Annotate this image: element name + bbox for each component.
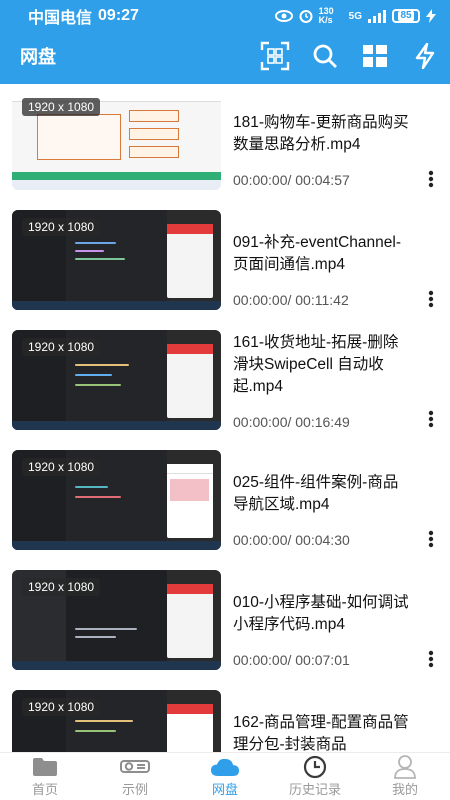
resolution-badge: 1920 x 1080 (22, 698, 101, 716)
video-duration: 00:00:00/ 00:04:30 (233, 532, 350, 548)
video-thumbnail[interactable]: 1920 x 1080 (12, 450, 221, 550)
scan-button[interactable] (250, 34, 300, 78)
video-title[interactable]: 091-补充-eventChannel-页面间通信.mp4 (233, 232, 413, 276)
projector-icon (120, 760, 150, 773)
video-thumbnail[interactable]: 1920 x 1080 (12, 210, 221, 310)
list-item[interactable]: 1920 x 1080 181-购物车-更新商品购买数量思路分析.mp4 00:… (0, 84, 450, 204)
more-vertical-icon (428, 290, 434, 308)
tab-label: 历史记录 (288, 782, 341, 797)
status-time: 09:27 (98, 7, 139, 24)
tab-home[interactable]: 首页 (0, 753, 90, 800)
resolution-badge: 1920 x 1080 (22, 458, 101, 476)
header: 中国电信 09:27 130 K/s 5G 85 网盘 (0, 0, 450, 84)
alarm-icon (299, 10, 313, 23)
network-type: 5G (348, 10, 362, 22)
list-item[interactable]: 1920 x 1080 091-补充-eventChannel-页面间通信.mp… (0, 204, 450, 324)
battery-level: 85 (398, 10, 414, 21)
page-title: 网盘 (20, 47, 56, 67)
video-title[interactable]: 161-收货地址-拓展-删除滑块SwipeCell 自动收起.mp4 (233, 332, 413, 398)
video-thumbnail[interactable]: 1920 x 1080 (12, 570, 221, 670)
clock-icon (303, 755, 327, 779)
app-bar: 网盘 (0, 32, 450, 80)
more-options-button[interactable] (420, 526, 442, 552)
video-title[interactable]: 010-小程序基础-如何调试小程序代码.mp4 (233, 592, 413, 636)
video-thumbnail[interactable]: 1920 x 1080 (12, 90, 221, 190)
battery-icon: 85 (392, 9, 420, 23)
signal-icon (368, 9, 386, 23)
more-options-button[interactable] (420, 406, 442, 432)
video-list: 1920 x 1080 181-购物车-更新商品购买数量思路分析.mp4 00:… (0, 84, 450, 754)
tab-history[interactable]: 历史记录 (270, 753, 360, 800)
bottom-tab-bar: 首页 示例 网盘 历史记录 我的 (0, 752, 450, 800)
more-vertical-icon (428, 170, 434, 188)
more-options-button[interactable] (420, 646, 442, 672)
tab-profile[interactable]: 我的 (360, 753, 450, 800)
video-duration: 00:00:00/ 00:04:57 (233, 172, 350, 188)
tab-label: 我的 (391, 782, 418, 797)
video-title[interactable]: 162-商品管理-配置商品管理分包-封装商品 (233, 712, 413, 754)
video-duration: 00:00:00/ 00:07:01 (233, 652, 350, 668)
grid-view-button[interactable] (350, 34, 400, 78)
cloud-icon (211, 758, 239, 776)
status-icons: 130 K/s 5G 85 (274, 6, 436, 25)
list-item[interactable]: 1920 x 1080 162-商品管理-配置商品管理分包-封装商品 (0, 684, 450, 754)
video-thumbnail[interactable]: 1920 x 1080 (12, 690, 221, 754)
video-thumbnail[interactable]: 1920 x 1080 (12, 330, 221, 430)
carrier-label: 中国电信 (28, 10, 93, 27)
more-vertical-icon (428, 410, 434, 428)
more-options-button[interactable] (420, 286, 442, 312)
search-icon (313, 44, 337, 68)
tab-label: 网盘 (211, 782, 238, 797)
folder-icon (33, 758, 57, 776)
charging-icon (426, 9, 436, 23)
app-bar-actions (250, 34, 450, 78)
tab-label: 首页 (31, 782, 58, 797)
list-item[interactable]: 1920 x 1080 010-小程序基础-如何调试小程序代码.mp4 00:0… (0, 564, 450, 684)
scan-icon (260, 41, 290, 71)
more-vertical-icon (428, 650, 434, 668)
tab-cloud-drive[interactable]: 网盘 (180, 753, 270, 800)
net-speed: 130 K/s (318, 6, 334, 25)
resolution-badge: 1920 x 1080 (22, 218, 101, 236)
status-bar: 中国电信 09:27 130 K/s 5G 85 (0, 0, 450, 32)
resolution-badge: 1920 x 1080 (22, 98, 101, 116)
flash-button[interactable] (400, 34, 450, 78)
flash-icon (415, 43, 435, 69)
eye-icon (274, 10, 293, 22)
list-item[interactable]: 1920 x 1080 161-收货地址-拓展-删除滑块SwipeCell 自动… (0, 324, 450, 444)
resolution-badge: 1920 x 1080 (22, 338, 101, 356)
video-duration: 00:00:00/ 00:11:42 (233, 292, 349, 308)
more-vertical-icon (428, 530, 434, 548)
person-icon (394, 755, 416, 779)
list-item[interactable]: 1920 x 1080 025-组件-组件案例-商品导航区域.mp4 00:00… (0, 444, 450, 564)
more-options-button[interactable] (420, 166, 442, 192)
tab-label: 示例 (121, 782, 148, 797)
search-button[interactable] (300, 34, 350, 78)
tab-examples[interactable]: 示例 (90, 753, 180, 800)
video-duration: 00:00:00/ 00:16:49 (233, 414, 350, 430)
resolution-badge: 1920 x 1080 (22, 578, 101, 596)
grid-icon (363, 45, 387, 67)
video-title[interactable]: 181-购物车-更新商品购买数量思路分析.mp4 (233, 112, 413, 156)
video-title[interactable]: 025-组件-组件案例-商品导航区域.mp4 (233, 472, 413, 516)
